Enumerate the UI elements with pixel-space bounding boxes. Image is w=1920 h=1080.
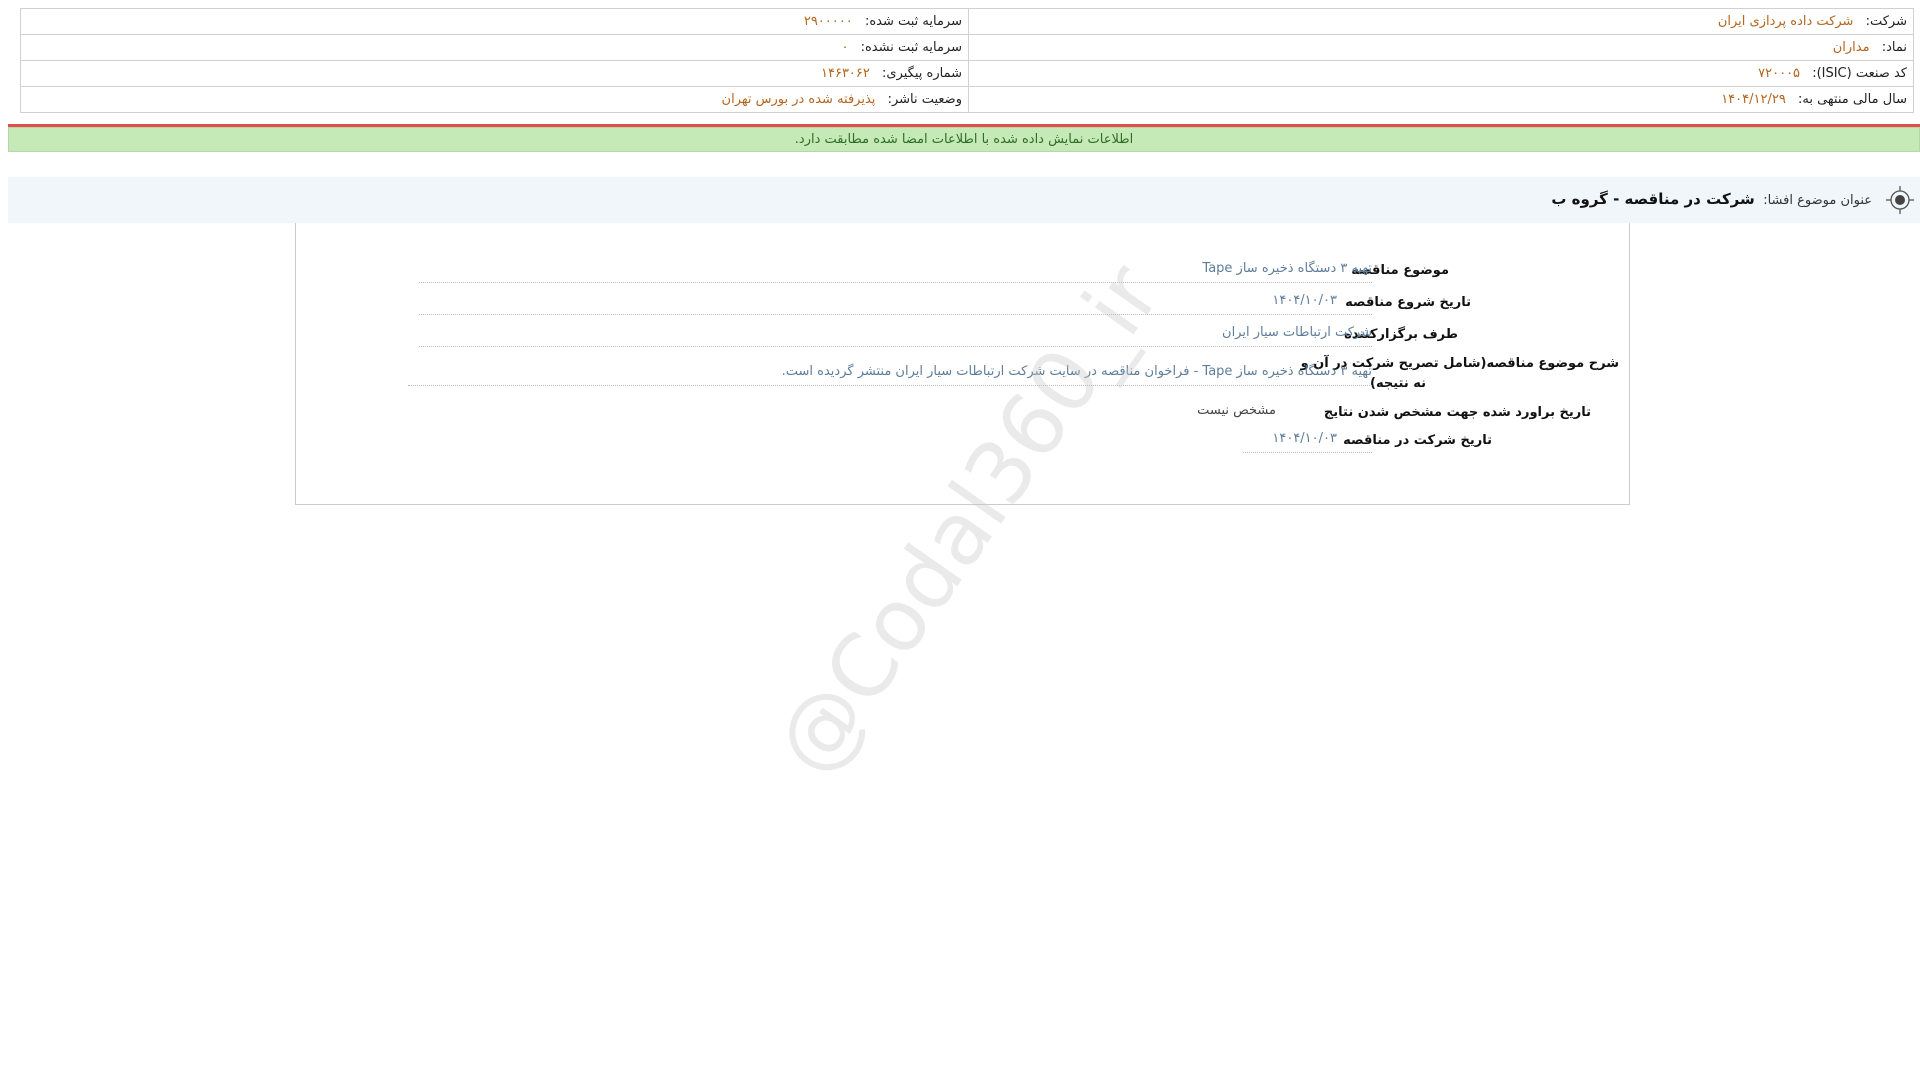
registered-capital-label: سرمایه ثبت شده: [864, 14, 962, 29]
fiscal-year-cell: سال مالی منتهی به: ۱۴۰۴/۱۲/۲۹ [968, 86, 1914, 113]
tender-description-value: تهیه ۳ دستگاه ذخیره ساز Tape - فراخوان م… [408, 364, 1372, 386]
tracking-value: ۱۴۶۳۰۶۲ [821, 66, 870, 81]
info-row-2: نماد: مداران سرمایه ثبت نشده: ۰ [20, 34, 1914, 61]
registered-capital-value: ۲۹۰۰۰۰۰ [803, 14, 853, 29]
info-row-4: سال مالی منتهی به: ۱۴۰۴/۱۲/۲۹ وضعیت ناشر… [20, 86, 1914, 113]
tender-description-label-line2: نه نتیجه) [1370, 376, 1426, 391]
target-icon [1886, 186, 1914, 214]
participation-date-value: ۱۴۰۴/۱۰/۰۳ [1243, 431, 1372, 453]
verification-notice: اطلاعات نمایش داده شده با اطلاعات امضا ش… [8, 127, 1920, 152]
unregistered-capital-value: ۰ [841, 40, 849, 55]
unregistered-capital-label: سرمایه ثبت نشده: [860, 40, 962, 55]
publisher-status-label: وضعیت ناشر: [887, 92, 962, 107]
publisher-status-value: پذیرفته شده در بورس تهران [721, 92, 876, 107]
publisher-status-cell: وضعیت ناشر: پذیرفته شده در بورس تهران [20, 86, 969, 113]
isic-label: کد صنعت (ISIC): [1812, 66, 1907, 81]
disclosure-title-label: عنوان موضوع افشا: [1763, 193, 1872, 208]
info-row-1: شرکت: شرکت داده پردازی ایران سرمایه ثبت … [20, 8, 1914, 35]
symbol-label: نماد: [1881, 40, 1907, 55]
tracking-label: شماره پیگیری: [882, 66, 962, 81]
fiscal-year-value: ۱۴۰۴/۱۲/۲۹ [1721, 92, 1786, 107]
tracking-cell: شماره پیگیری: ۱۴۶۳۰۶۲ [20, 60, 969, 87]
symbol-cell: نماد: مداران [968, 34, 1914, 61]
company-info-table: شرکت: شرکت داده پردازی ایران سرمایه ثبت … [20, 8, 1914, 113]
registered-capital-cell: سرمایه ثبت شده: ۲۹۰۰۰۰۰ [20, 8, 969, 35]
estimated-result-date-label: تاریخ براورد شده جهت مشخص شدن نتایج [1323, 405, 1591, 420]
unregistered-capital-cell: سرمایه ثبت نشده: ۰ [20, 34, 969, 61]
tender-subject-value: تهیه ۳ دستگاه ذخیره ساز Tape [419, 261, 1372, 283]
company-label: شرکت: [1865, 14, 1907, 29]
symbol-value: مداران [1832, 40, 1870, 55]
company-cell: شرکت: شرکت داده پردازی ایران [968, 8, 1914, 35]
isic-value: ۷۲۰۰۰۵ [1758, 66, 1801, 81]
tender-organizer-value: شرکت ارتباطات سیار ایران [419, 325, 1372, 347]
tender-start-date-value: ۱۴۰۴/۱۰/۰۳ [419, 293, 1372, 315]
fiscal-year-label: سال مالی منتهی به: [1797, 92, 1907, 107]
info-row-3: کد صنعت (ISIC): ۷۲۰۰۰۵ شماره پیگیری: ۱۴۶… [20, 60, 1914, 87]
isic-cell: کد صنعت (ISIC): ۷۲۰۰۰۵ [968, 60, 1914, 87]
disclosure-title: عنوان موضوع افشا: شرکت در مناقصه - گروه … [1551, 190, 1872, 208]
disclosure-title-bar: عنوان موضوع افشا: شرکت در مناقصه - گروه … [8, 177, 1920, 223]
company-value: شرکت داده پردازی ایران [1717, 14, 1854, 29]
estimated-result-date-value: مشخص نیست [1197, 403, 1276, 418]
tender-details-box: موضوع مناقصه تهیه ۳ دستگاه ذخیره ساز Tap… [295, 223, 1630, 505]
disclosure-title-value: شرکت در مناقصه - گروه ب [1551, 190, 1755, 208]
